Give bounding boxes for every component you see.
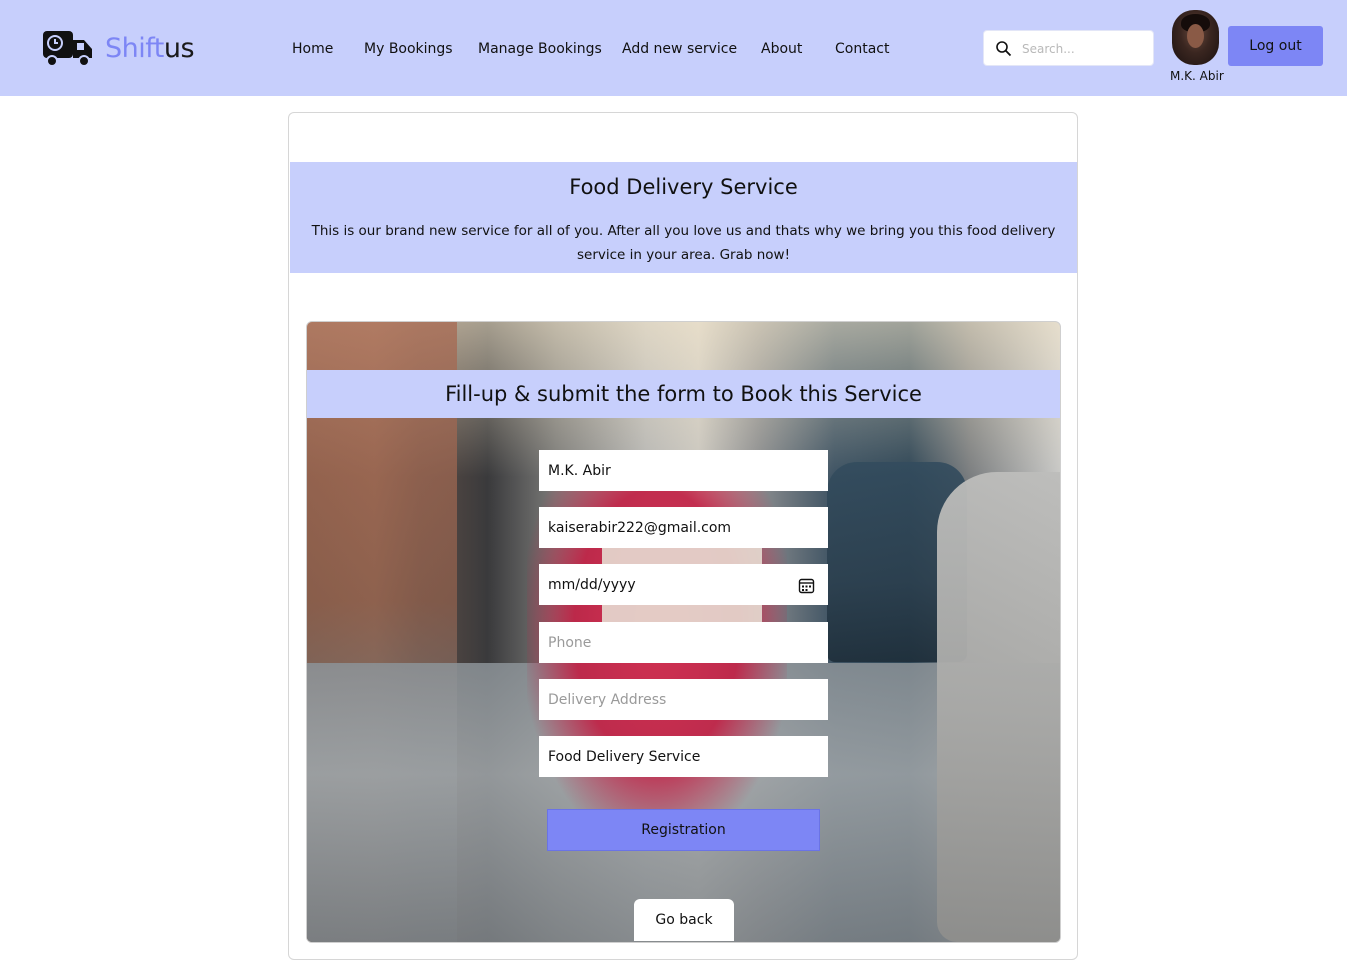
brand-logo[interactable]: Shiftus [42, 28, 195, 68]
top-navbar: Shiftus Home My Bookings Manage Bookings… [0, 0, 1347, 96]
date-field[interactable] [540, 565, 827, 604]
service-description: This is our brand new service for all of… [311, 223, 1056, 263]
form-heading: Fill-up & submit the form to Book this S… [307, 370, 1060, 418]
avatar[interactable] [1172, 10, 1219, 65]
nav-home[interactable]: Home [292, 41, 333, 57]
brand-name-part1: Shift [105, 32, 164, 64]
search-icon [996, 41, 1012, 57]
brand-name-part2: us [163, 32, 195, 64]
name-field[interactable] [540, 451, 827, 490]
nav-manage-bookings[interactable]: Manage Bookings [478, 41, 602, 57]
service-card: Food Delivery Service This is our brand … [288, 112, 1078, 960]
nav-add-new-service[interactable]: Add new service [622, 41, 737, 57]
booking-form-background-photo: Fill-up & submit the form to Book this S… [306, 321, 1061, 943]
service-field-wrap [539, 736, 828, 777]
name-field-wrap [539, 450, 828, 491]
avatar-face [1187, 24, 1204, 48]
calendar-icon[interactable] [798, 577, 815, 594]
truck-clock-icon [43, 31, 92, 67]
phone-field[interactable] [540, 623, 827, 662]
nav-about[interactable]: About [761, 41, 802, 57]
nav-contact[interactable]: Contact [835, 41, 889, 57]
search-box [983, 30, 1154, 66]
service-name-field[interactable] [540, 737, 827, 776]
search-input[interactable] [1022, 37, 1147, 61]
phone-field-wrap [539, 622, 828, 663]
service-banner: Food Delivery Service This is our brand … [290, 162, 1077, 273]
registration-button[interactable]: Registration [547, 809, 820, 851]
photo-car-silver [937, 472, 1060, 942]
email-field-wrap [539, 507, 828, 548]
service-title: Food Delivery Service [569, 175, 798, 199]
go-back-button[interactable]: Go back [634, 899, 734, 941]
brand-name: Shiftus [105, 32, 195, 64]
user-name: M.K. Abir [1170, 69, 1224, 83]
logout-button[interactable]: Log out [1228, 26, 1323, 66]
delivery-address-field[interactable] [540, 680, 827, 719]
nav-my-bookings[interactable]: My Bookings [364, 41, 453, 57]
email-field[interactable] [540, 508, 827, 547]
address-field-wrap [539, 679, 828, 720]
date-field-wrap [539, 564, 828, 605]
